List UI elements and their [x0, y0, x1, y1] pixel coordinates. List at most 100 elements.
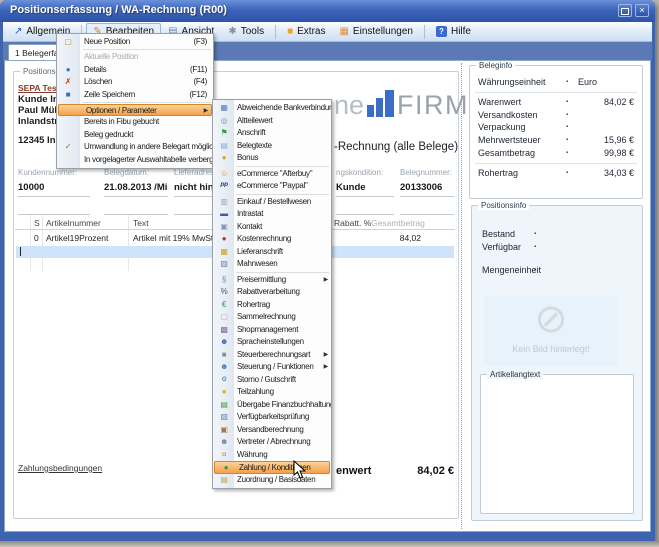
- submenu-item-kostenrechnung[interactable]: ● Kostenrechnung ▶: [213, 233, 331, 246]
- submenu-item-shopmanagement[interactable]: ▩ Shopmanagement ▶: [213, 324, 331, 337]
- menu-item-icon: ▢: [216, 311, 232, 324]
- submenu-item-versandberechnung[interactable]: ▣ Versandberechnung ▶: [213, 424, 331, 437]
- submenu-item-belegtexte[interactable]: ▤ Belegtexte ▶: [213, 140, 331, 153]
- beleginfo-row-mehrwertsteuer: Mehrwertsteuer ▪ 15,96 €: [470, 134, 642, 147]
- submenu-item-lieferanschrift[interactable]: ▦ Lieferanschrift ▶: [213, 246, 331, 259]
- row-cell-artikelnummer[interactable]: Artikel19Prozent: [46, 233, 108, 243]
- row-cell-text[interactable]: Artikel mit 19% MwSt.: [133, 233, 216, 243]
- column-header-s[interactable]: S: [34, 218, 40, 228]
- menu-item-label: Steuerberechnungsart: [237, 349, 310, 362]
- toolbar-button-extras[interactable]: ■ Extras: [280, 23, 332, 40]
- edit-menu-item-umwandlung-in-andere-belegart-m-glich[interactable]: ✓ Umwandlung in andere Belegart möglich …: [57, 141, 213, 153]
- submenu-item-storno-gutschrift[interactable]: G Storno / Gutschrift ▶: [213, 374, 331, 387]
- submenu-item-intrastat[interactable]: ▬ Intrastat ▶: [213, 208, 331, 221]
- submenu-item-separator: [236, 166, 329, 167]
- edit-menu-item-zeile-speichern[interactable]: ■ Zeile Speichern (F12) ▶: [57, 89, 213, 101]
- equals-mark-icon: ▪: [566, 109, 568, 122]
- restore-button[interactable]: [618, 4, 632, 17]
- submenu-item-kontakt[interactable]: ▣ Kontakt ▶: [213, 221, 331, 234]
- toolbar-button-einstellungen[interactable]: ▦ Einstellungen: [332, 23, 420, 40]
- no-image-icon: ⊘: [484, 296, 618, 342]
- beleginfo-row-versandkosten: Versandkosten ▪: [470, 109, 642, 122]
- edit-menu-item-beleg-gedruckt[interactable]: Beleg gedruckt ▶: [57, 129, 213, 141]
- submenu-item-anschrift[interactable]: ⚑ Anschrift ▶: [213, 127, 331, 140]
- info-label: Mehrwertsteuer: [478, 134, 541, 147]
- submenu-item-zuordnung-basisdaten[interactable]: ▤ Zuordnung / Basisdaten ▶: [213, 474, 331, 487]
- submenu-item-mahnwesen[interactable]: ▨ Mahnwesen ▶: [213, 258, 331, 271]
- submenu-item-spracheinstellungen[interactable]: ☻ Spracheinstellungen ▶: [213, 336, 331, 349]
- equals-mark-icon: ▪: [534, 228, 536, 241]
- row-cell-gesamtbetrag[interactable]: 84,02: [341, 233, 421, 243]
- column-header-text[interactable]: Text: [133, 218, 149, 228]
- field-value[interactable]: Kunde: [336, 182, 366, 193]
- payment-terms-title[interactable]: Zahlungsbedingungen: [18, 463, 102, 473]
- menu-item-label: Währung: [237, 449, 267, 462]
- edit-menu-item-separator: [83, 49, 211, 50]
- submenu-item-teilzahlung[interactable]: ● Teilzahlung ▶: [213, 386, 331, 399]
- beleginfo-row-rohertrag: Rohertrag ▪ 34,03 €: [470, 167, 642, 180]
- submenu-item-preisermittlung[interactable]: § Preisermittlung ▶: [213, 274, 331, 287]
- submenu-item-ecommerce-afterbuy[interactable]: ☺ eCommerce "Afterbuy" ▶: [213, 168, 331, 181]
- toolbar-button-icon: ?: [436, 26, 447, 37]
- artikellangtext-label: Artikellangtext: [487, 370, 543, 379]
- edit-menu-item-bereits-in-fibu-gebucht[interactable]: Bereits in Fibu gebucht ▶: [57, 116, 213, 128]
- edit-menu-item-neue-position[interactable]: ▢ Neue Position (F3) ▶: [57, 36, 213, 48]
- field-value[interactable]: 10000: [18, 182, 44, 193]
- menu-item-label: Vertreter / Abrechnung: [237, 436, 310, 449]
- info-label: Verpackung: [478, 121, 526, 134]
- field-underline: [18, 196, 90, 197]
- menu-item-label: Kostenrechnung: [237, 233, 291, 246]
- toolbar-button-icon: ✱: [228, 27, 236, 37]
- toolbar-button-tools[interactable]: ✱ Tools: [221, 23, 271, 40]
- menu-item-icon: ▣: [216, 221, 232, 234]
- submenu-item-steuerung-funktionen[interactable]: ☻ Steuerung / Funktionen ▶: [213, 361, 331, 374]
- document-type-title: -Rechnung (alle Belege): [334, 141, 458, 153]
- menu-item-shortcut: (F3): [194, 36, 207, 48]
- menu-item-icon: ▢: [60, 36, 76, 48]
- submenu-item-w-hrung[interactable]: ¤ Währung ▶: [213, 449, 331, 462]
- edit-menu-item-details[interactable]: ● Details (F11) ▶: [57, 64, 213, 76]
- menu-item-icon: ▦: [216, 102, 232, 115]
- panel-splitter[interactable]: [461, 63, 462, 529]
- submenu-item-ecommerce-paypal[interactable]: PP eCommerce "Paypal" ▶: [213, 180, 331, 193]
- menu-item-icon: ▥: [216, 196, 232, 209]
- row-cell-s[interactable]: 0: [34, 233, 39, 243]
- field-label: ngskondition:: [336, 168, 383, 177]
- toolbar-button-hilfe[interactable]: ? Hilfe: [429, 23, 478, 40]
- toolbar-button-separator: [275, 25, 276, 39]
- toolbar-button-label: Hilfe: [451, 26, 471, 37]
- submenu-item-bergabe-finanzbuchhaltung[interactable]: ▤ Übergabe Finanzbuchhaltung ▶: [213, 399, 331, 412]
- close-button[interactable]: ×: [635, 4, 649, 17]
- field-value[interactable]: 20133006: [400, 182, 442, 193]
- submenu-item-altteilewert[interactable]: ◎ Altteilewert ▶: [213, 115, 331, 128]
- edit-menu-item-aktuelle-position[interactable]: Aktuelle Position ▶: [57, 51, 213, 63]
- submenu-item-einkauf-bestellwesen[interactable]: ▥ Einkauf / Bestellwesen ▶: [213, 196, 331, 209]
- submenu-item-rohertrag[interactable]: € Rohertrag ▶: [213, 299, 331, 312]
- field-value[interactable]: 21.08.2013 /Mi: [104, 182, 167, 193]
- edit-menu-item-optionen-parameter[interactable]: Optionen / Parameter ▶: [58, 104, 212, 116]
- column-header-artikelnummer[interactable]: Artikelnummer: [46, 218, 101, 228]
- menu-item-shortcut: (F11): [190, 64, 207, 76]
- submenu-item-sammelrechnung[interactable]: ▢ Sammelrechnung ▶: [213, 311, 331, 324]
- menu-item-icon: ▬: [216, 208, 232, 221]
- menu-item-label: Shopmanagement: [237, 324, 298, 337]
- edit-menu-item-l-schen[interactable]: ✗ Löschen (F4) ▶: [57, 76, 213, 88]
- column-header-rabatt[interactable]: Rabatt. %: [334, 218, 371, 228]
- submenu-item-abweichende-bankverbindung[interactable]: ▦ Abweichende Bankverbindung ▶: [213, 102, 331, 115]
- submenu-item-zahlung-konditionen[interactable]: ● Zahlung / Konditionen ▶: [214, 461, 330, 474]
- customer-name-line: Kunde In: [18, 94, 59, 105]
- submenu-arrow-icon: ▶: [204, 105, 208, 116]
- edit-menu-item-in-vorgelagerter-auswahltabelle-verbergen[interactable]: In vorgelagerter Auswahltabelle verberge…: [57, 154, 213, 166]
- submenu-item-verf-gbarkeitspr-fung[interactable]: ▧ Verfügbarkeitsprüfung ▶: [213, 411, 331, 424]
- submenu-item-rabattverarbeitung[interactable]: % Rabattverarbeitung ▶: [213, 286, 331, 299]
- artikellangtext-box[interactable]: Artikellangtext: [480, 374, 634, 514]
- column-header-gesamtbetrag[interactable]: Gesamtbetrag: [371, 218, 425, 228]
- toolbar-button-label: Tools: [241, 26, 264, 37]
- field-belegdatum: Belegdatum: 21.08.2013 /Mi: [104, 168, 149, 177]
- submenu-item-steuerberechnungsart[interactable]: ■ Steuerberechnungsart ▶: [213, 349, 331, 362]
- submenu-item-separator: [236, 272, 329, 273]
- submenu-item-vertreter-abrechnung[interactable]: ☻ Vertreter / Abrechnung ▶: [213, 436, 331, 449]
- no-image-text: Kein Bild hinterlegt!: [484, 344, 618, 354]
- menu-item-label: Storno / Gutschrift: [237, 374, 296, 387]
- submenu-item-bonus[interactable]: ● Bonus ▶: [213, 152, 331, 165]
